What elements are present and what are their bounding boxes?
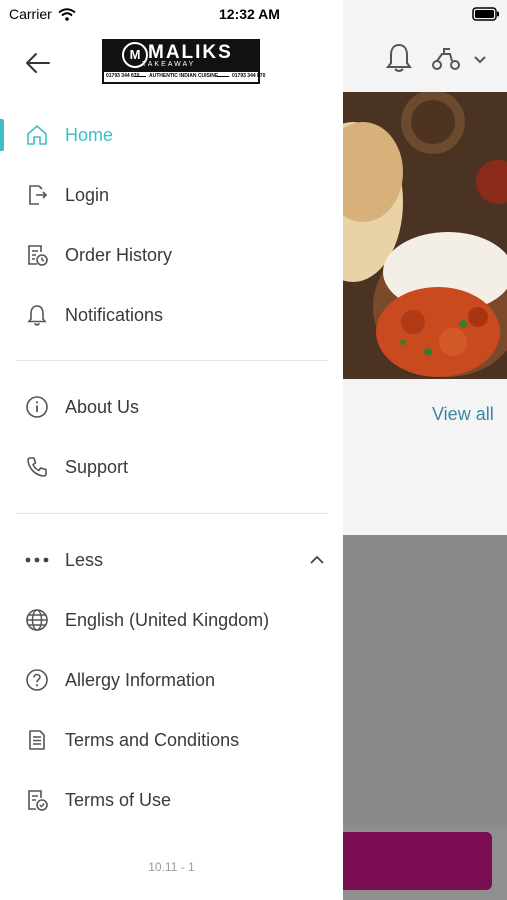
logo-right-text: 01793 344 870 bbox=[232, 73, 266, 79]
menu-item-home[interactable]: Home bbox=[0, 107, 343, 163]
menu-item-support[interactable]: Support bbox=[0, 439, 343, 495]
menu-item-terms-of-use[interactable]: Terms of Use bbox=[0, 772, 343, 828]
question-icon bbox=[24, 667, 50, 693]
logo-tagline-strip: 01793 344 870 AUTHENTIC INDIAN CUISINE 0… bbox=[104, 72, 265, 82]
side-drawer: Carrier 12:32 AM M MALIKS TAKEAWAY 01793… bbox=[0, 0, 343, 900]
document-check-icon bbox=[24, 787, 50, 813]
menu-toggle-less[interactable]: Less bbox=[0, 532, 343, 588]
wifi-icon bbox=[58, 7, 76, 21]
login-icon bbox=[24, 182, 50, 208]
view-all-link: View all bbox=[432, 404, 494, 424]
background-section bbox=[343, 379, 507, 535]
menu-label-order-history: Order History bbox=[65, 244, 173, 265]
menu-label-notifications: Notifications bbox=[65, 304, 164, 325]
menu-divider bbox=[16, 513, 328, 514]
more-dots-icon bbox=[24, 547, 50, 573]
menu-label-terms-of-use: Terms of Use bbox=[65, 789, 172, 810]
battery-icon bbox=[472, 7, 499, 21]
back-arrow-icon[interactable] bbox=[25, 50, 51, 76]
menu-item-about-us[interactable]: About Us bbox=[0, 379, 343, 435]
bell-icon bbox=[24, 302, 50, 328]
menu-item-order-history[interactable]: Order History bbox=[0, 227, 343, 283]
menu-label-about-us: About Us bbox=[65, 396, 140, 417]
background-cart-button bbox=[330, 832, 492, 890]
scooter-icon bbox=[432, 48, 460, 70]
food-banner-image bbox=[343, 92, 507, 379]
carrier-label: Carrier bbox=[9, 6, 52, 22]
globe-icon bbox=[24, 607, 50, 633]
info-icon bbox=[24, 394, 50, 420]
bell-icon bbox=[386, 43, 412, 72]
menu-label-terms-and-conditions: Terms and Conditions bbox=[65, 729, 240, 750]
menu-item-allergy-information[interactable]: Allergy Information bbox=[0, 652, 343, 708]
menu-item-notifications[interactable]: Notifications bbox=[0, 287, 343, 343]
menu-label-login: Login bbox=[65, 184, 110, 205]
background-overlay bbox=[343, 535, 507, 825]
menu-label-allergy-information: Allergy Information bbox=[65, 669, 216, 690]
menu-item-terms-and-conditions[interactable]: Terms and Conditions bbox=[0, 712, 343, 768]
home-icon bbox=[24, 122, 50, 148]
status-time: 12:32 AM bbox=[219, 6, 280, 22]
menu-label-home: Home bbox=[65, 124, 114, 145]
chevron-down-icon bbox=[474, 56, 486, 64]
menu-label-support: Support bbox=[65, 456, 129, 477]
logo-tagline: AUTHENTIC INDIAN CUISINE bbox=[149, 73, 219, 79]
menu-item-language[interactable]: English (United Kingdom) bbox=[0, 592, 343, 648]
menu-item-login[interactable]: Login bbox=[0, 167, 343, 223]
order-history-icon bbox=[24, 242, 50, 268]
status-carrier: Carrier bbox=[9, 6, 76, 22]
menu-label-language: English (United Kingdom) bbox=[65, 609, 270, 630]
document-icon bbox=[24, 727, 50, 753]
menu-divider bbox=[16, 360, 328, 361]
menu-label-less: Less bbox=[65, 549, 104, 570]
chevron-up-icon bbox=[310, 555, 324, 564]
logo-subtitle: TAKEAWAY bbox=[142, 61, 196, 68]
phone-icon bbox=[24, 454, 50, 480]
restaurant-logo: M MALIKS TAKEAWAY 01793 344 870 AUTHENTI… bbox=[102, 39, 265, 84]
app-version: 10.11 - 1 bbox=[148, 860, 195, 874]
